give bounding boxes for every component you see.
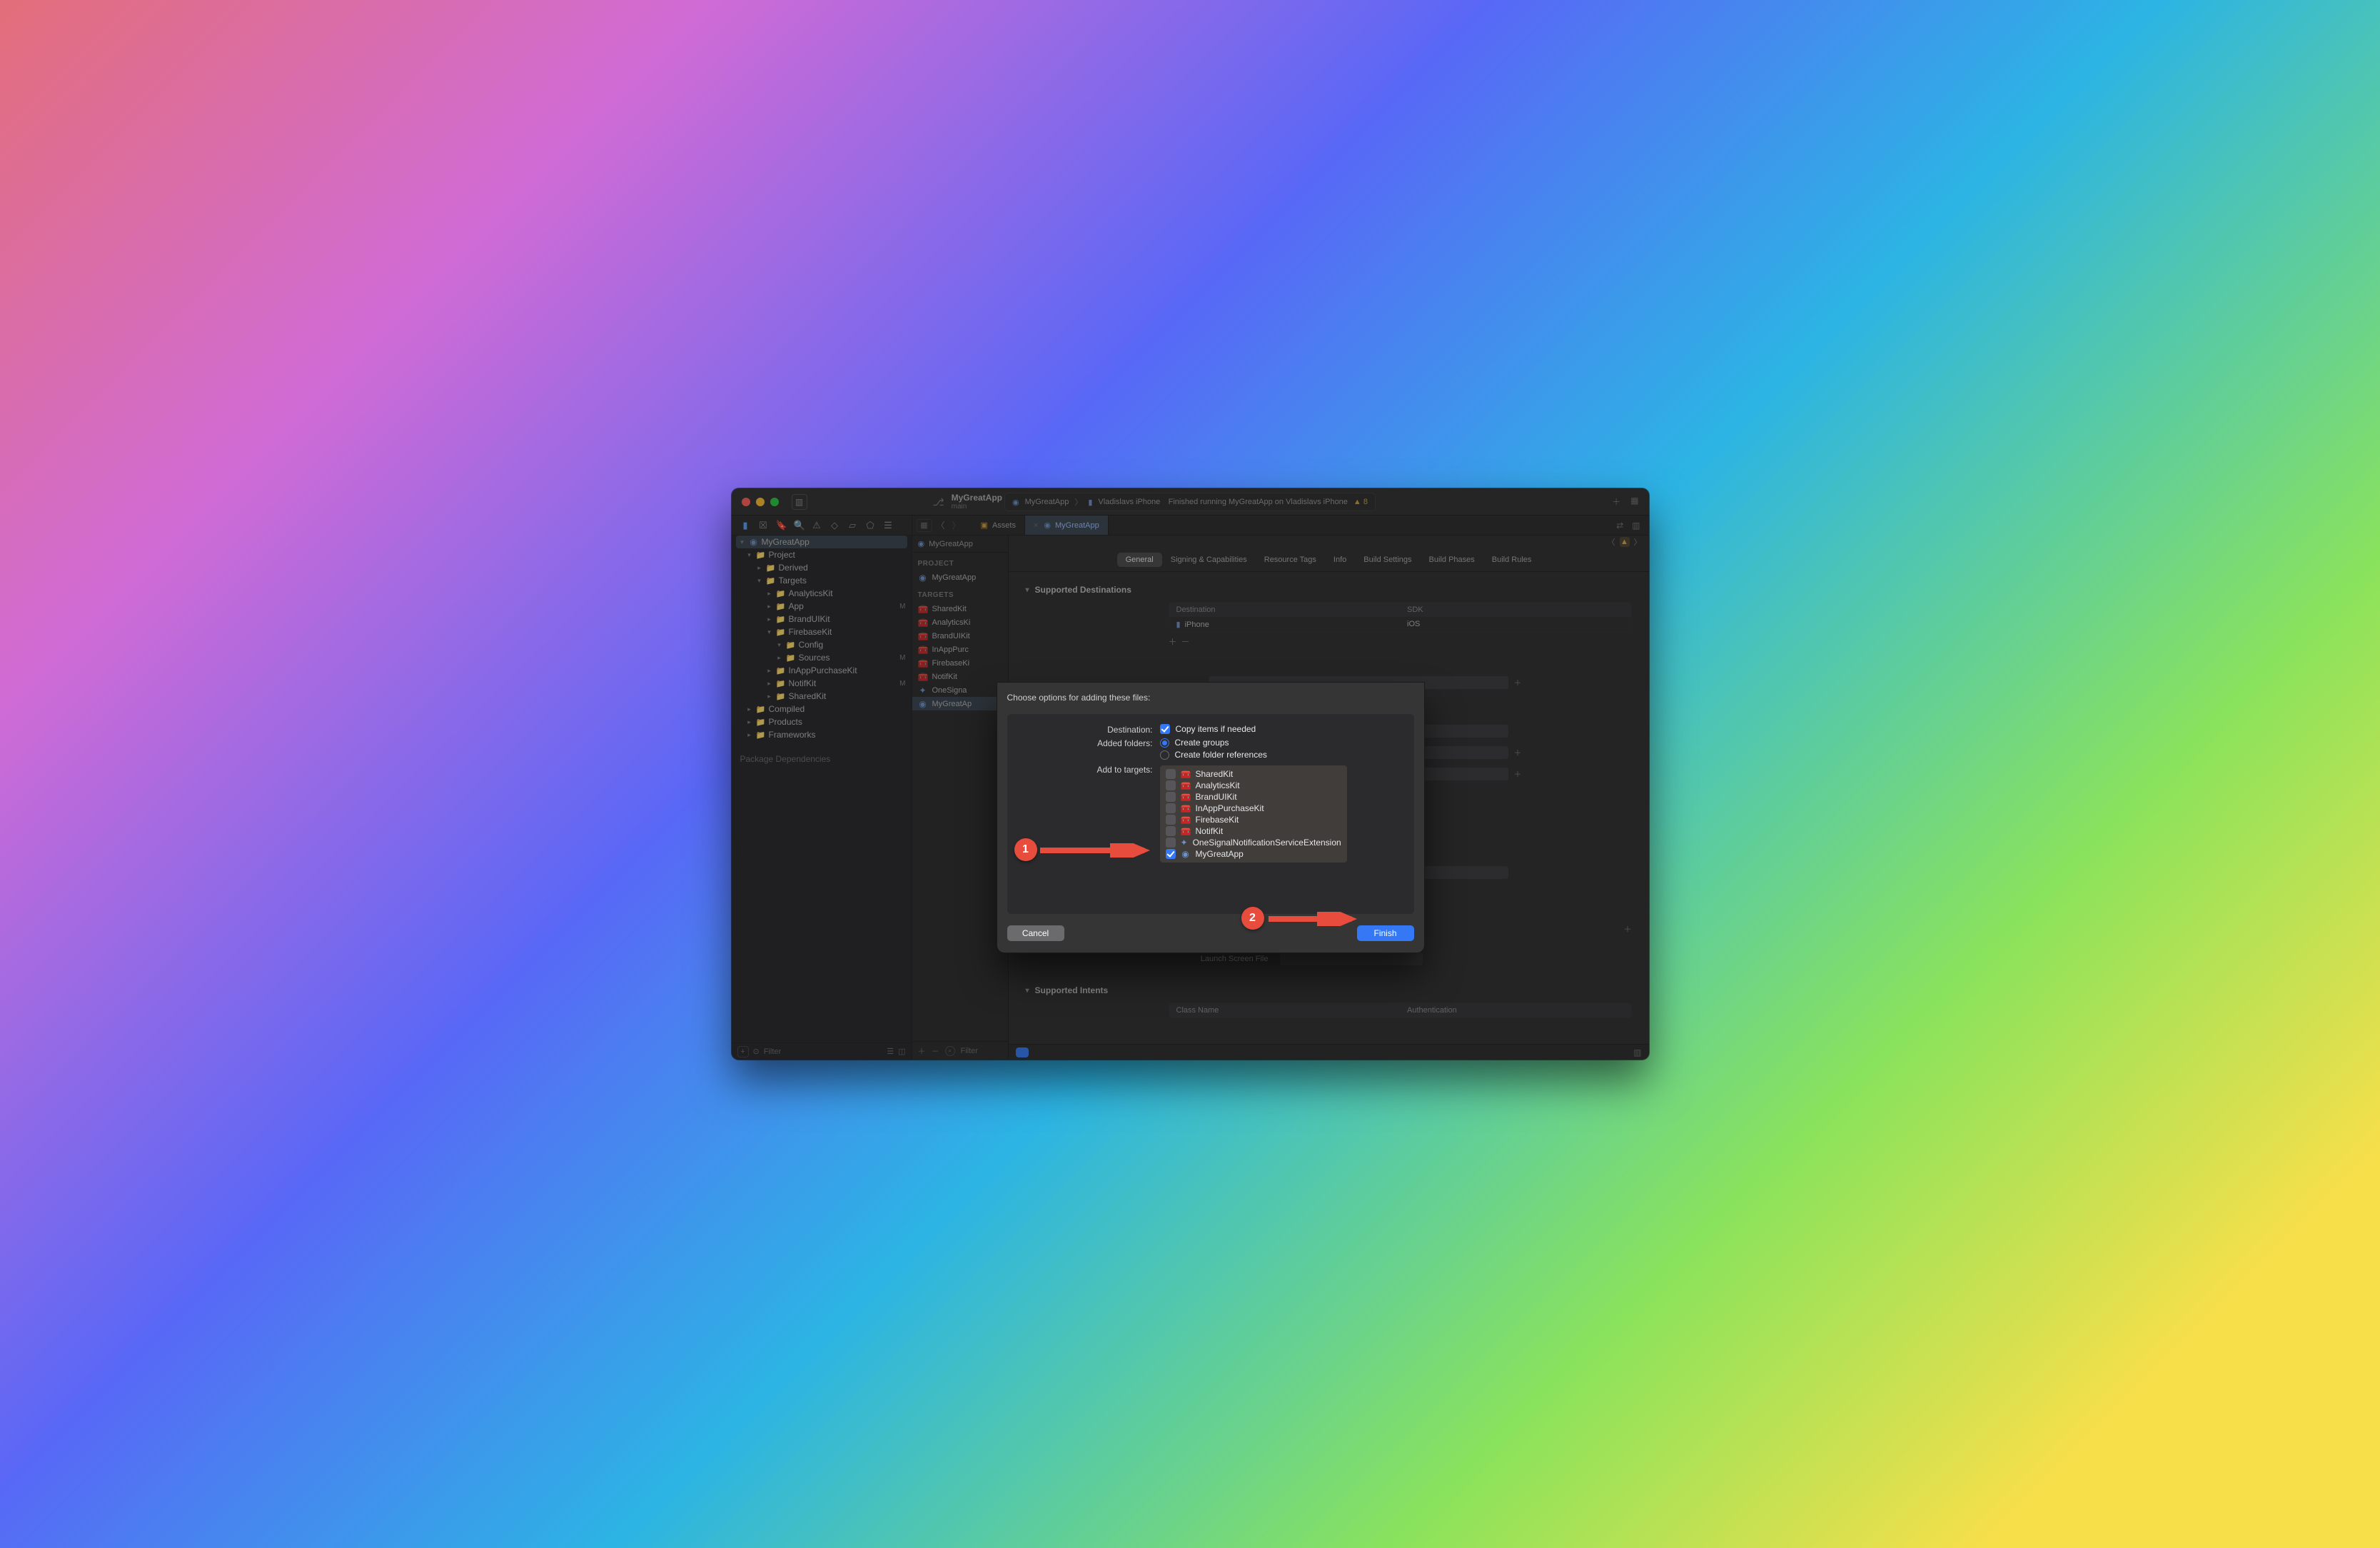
modal-body: Destination: Copy items if needed Added … [1007, 714, 1414, 914]
cancel-button[interactable]: Cancel [1007, 925, 1064, 941]
target-checkbox-row[interactable]: 🧰 NotifKit [1160, 825, 1347, 837]
target-checkbox-row[interactable]: ◉ MyGreatApp [1160, 848, 1347, 860]
target-label: NotifKit [1196, 826, 1224, 836]
target-checkbox[interactable] [1166, 803, 1176, 813]
modal-footer: Cancel Finish [1007, 925, 1414, 941]
targets-list: 🧰 SharedKit 🧰 AnalyticsKit 🧰 BrandUIKit 🧰 InApp… [1160, 765, 1347, 863]
target-label: InAppPurchaseKit [1196, 803, 1264, 813]
target-checkbox-row[interactable]: 🧰 SharedKit [1160, 768, 1347, 780]
framework-icon: 🧰 [1181, 792, 1191, 802]
target-checkbox[interactable] [1166, 792, 1176, 802]
xcode-window: ▥ ⎇ MyGreatApp main ▶ ◉ MyGreatApp 〉 ▮ V… [732, 488, 1649, 1060]
target-checkbox-row[interactable]: 🧰 FirebaseKit [1160, 814, 1347, 825]
annotation-arrow-1 [1040, 843, 1154, 858]
create-folder-refs-label: Create folder references [1175, 750, 1267, 760]
target-label: OneSignalNotificationServiceExtension [1193, 838, 1341, 848]
framework-icon: 🧰 [1181, 803, 1191, 813]
target-label: SharedKit [1196, 769, 1234, 779]
framework-icon: 🧰 [1181, 780, 1191, 790]
framework-icon: 🧰 [1181, 769, 1191, 779]
target-checkbox[interactable] [1166, 849, 1176, 859]
target-checkbox-row[interactable]: 🧰 BrandUIKit [1160, 791, 1347, 803]
target-checkbox[interactable] [1166, 780, 1176, 790]
target-label: AnalyticsKit [1196, 780, 1240, 790]
extension-icon: ✦ [1181, 838, 1188, 848]
target-checkbox-row[interactable]: 🧰 AnalyticsKit [1160, 780, 1347, 791]
target-checkbox[interactable] [1166, 838, 1176, 848]
app-icon: ◉ [1181, 849, 1191, 859]
annotation-arrow-2 [1269, 912, 1361, 926]
create-groups-radio[interactable] [1160, 738, 1169, 748]
copy-items-checkbox[interactable] [1160, 724, 1170, 734]
create-groups-label: Create groups [1175, 738, 1229, 748]
framework-icon: 🧰 [1181, 826, 1191, 836]
finish-button[interactable]: Finish [1357, 925, 1414, 941]
framework-icon: 🧰 [1181, 815, 1191, 825]
target-label: MyGreatApp [1196, 849, 1244, 859]
add-to-targets-label: Add to targets: [1017, 764, 1153, 775]
target-checkbox[interactable] [1166, 769, 1176, 779]
added-folders-label: Added folders: [1017, 738, 1153, 748]
target-checkbox-row[interactable]: 🧰 InAppPurchaseKit [1160, 803, 1347, 814]
target-checkbox[interactable] [1166, 815, 1176, 825]
target-label: BrandUIKit [1196, 792, 1237, 802]
target-checkbox[interactable] [1166, 826, 1176, 836]
target-checkbox-row[interactable]: ✦ OneSignalNotificationServiceExtension [1160, 837, 1347, 848]
copy-items-label: Copy items if needed [1176, 724, 1256, 734]
target-label: FirebaseKit [1196, 815, 1239, 825]
create-folder-refs-radio[interactable] [1160, 750, 1169, 760]
destination-label: Destination: [1017, 724, 1153, 735]
modal-title: Choose options for adding these files: [1007, 693, 1414, 703]
